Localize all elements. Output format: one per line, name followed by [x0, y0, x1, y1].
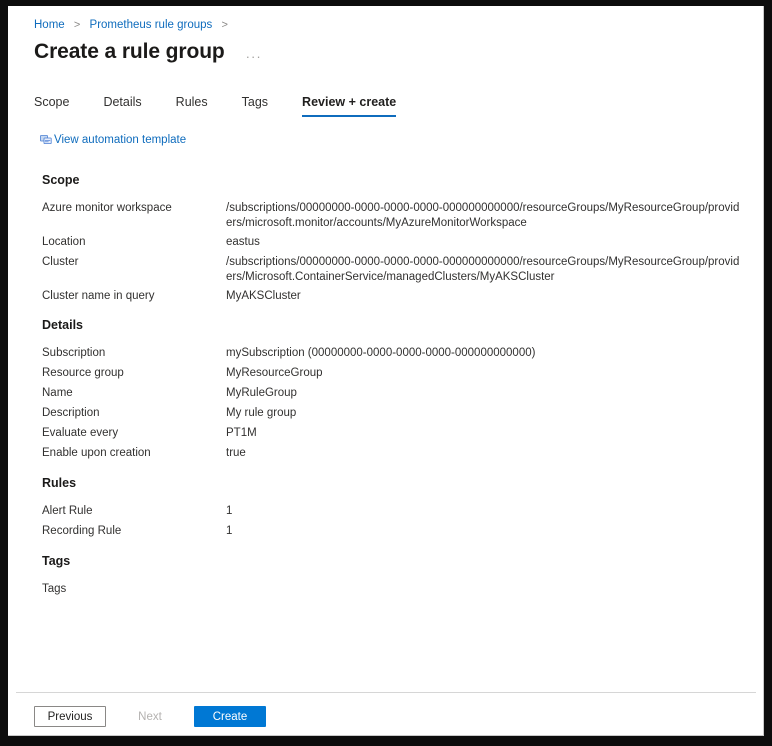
- row-value: mySubscription (00000000-0000-0000-0000-…: [226, 347, 536, 359]
- breadcrumb-separator-icon: >: [73, 19, 81, 31]
- row-label: Resource group: [42, 367, 124, 379]
- template-icon: [40, 134, 52, 146]
- row-label: Enable upon creation: [42, 447, 151, 459]
- row-value: 1: [226, 505, 233, 517]
- row-label: Azure monitor workspace: [42, 202, 172, 214]
- tab-rules[interactable]: Rules: [176, 92, 208, 117]
- row-value: eastus: [226, 236, 260, 248]
- breadcrumb: Home > Prometheus rule groups >: [34, 18, 234, 32]
- row-value: MyRuleGroup: [226, 387, 297, 399]
- row-value: MyResourceGroup: [226, 367, 323, 379]
- tab-review-create[interactable]: Review + create: [302, 92, 397, 117]
- previous-button[interactable]: Previous: [34, 706, 106, 727]
- row-label: Alert Rule: [42, 505, 93, 517]
- title-row: Create a rule group ···: [34, 38, 265, 66]
- section-heading-details: Details: [42, 318, 83, 332]
- breadcrumb-separator-icon: >: [221, 19, 228, 31]
- azure-blade-create-rule-group: Home > Prometheus rule groups > Create a…: [8, 6, 764, 736]
- next-button: Next: [114, 706, 186, 727]
- tab-tags[interactable]: Tags: [242, 92, 268, 117]
- row-label: Location: [42, 236, 86, 248]
- row-label: Name: [42, 387, 73, 399]
- tab-scope[interactable]: Scope: [34, 92, 69, 117]
- row-value: /subscriptions/00000000-0000-0000-0000-0…: [226, 202, 740, 229]
- tab-details[interactable]: Details: [103, 92, 141, 117]
- row-label: Evaluate every: [42, 427, 119, 439]
- breadcrumb-item-home[interactable]: Home: [34, 19, 65, 31]
- section-heading-tags: Tags: [42, 554, 71, 568]
- footer-divider: [16, 692, 756, 693]
- row-label: Description: [42, 407, 100, 419]
- view-automation-template-label: View automation template: [54, 134, 187, 146]
- row-value: My rule group: [226, 407, 297, 419]
- screenshot-frame: Home > Prometheus rule groups > Create a…: [0, 0, 772, 746]
- wizard-footer: Previous Next Create: [34, 706, 274, 727]
- create-button[interactable]: Create: [194, 706, 266, 727]
- row-value: true: [226, 447, 246, 459]
- row-label: Cluster: [42, 256, 79, 268]
- wizard-tabs: Scope Details Rules Tags Review + create: [34, 92, 397, 117]
- row-label: Tags: [42, 583, 67, 595]
- section-heading-rules: Rules: [42, 476, 77, 490]
- more-options-icon[interactable]: ···: [243, 46, 265, 67]
- row-value: /subscriptions/00000000-0000-0000-0000-0…: [226, 256, 740, 283]
- row-label: Cluster name in query: [42, 290, 155, 302]
- page-title: Create a rule group: [34, 40, 225, 63]
- row-label: Recording Rule: [42, 525, 122, 537]
- row-value: MyAKSCluster: [226, 290, 301, 302]
- breadcrumb-item-prometheus-rule-groups[interactable]: Prometheus rule groups: [90, 19, 213, 31]
- row-value: PT1M: [226, 427, 257, 439]
- view-automation-template-link[interactable]: View automation template: [40, 133, 186, 148]
- section-heading-scope: Scope: [42, 173, 80, 187]
- row-label: Subscription: [42, 347, 106, 359]
- row-value: 1: [226, 525, 233, 537]
